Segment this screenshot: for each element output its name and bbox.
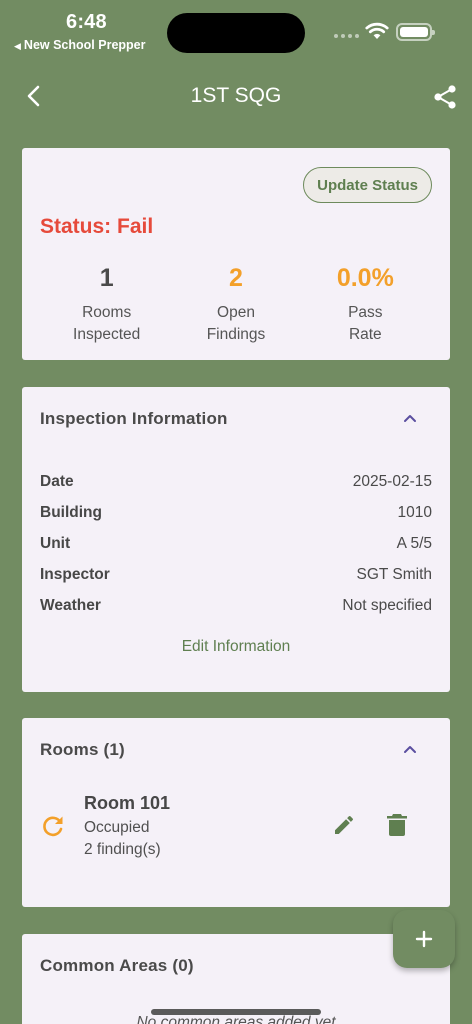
- update-status-button[interactable]: Update Status: [303, 167, 432, 203]
- room-name[interactable]: Room 101: [84, 793, 170, 814]
- status-bar: 6:48 ◀ New School Prepper: [0, 0, 472, 56]
- page-title: 1ST SQG: [190, 84, 282, 107]
- stat-rooms-inspected: 1 Rooms Inspected: [42, 264, 171, 346]
- rooms-heading: Rooms (1): [40, 740, 125, 759]
- info-row-inspector: Inspector SGT Smith: [40, 566, 432, 583]
- back-app-label: New School Prepper: [23, 38, 146, 52]
- chevron-up-icon[interactable]: [402, 743, 418, 755]
- back-triangle-icon: ◀: [14, 41, 21, 51]
- plus-icon: [415, 930, 433, 948]
- chevron-up-icon[interactable]: [402, 412, 418, 424]
- edit-information-button[interactable]: Edit Information: [22, 638, 450, 656]
- info-row-building: Building 1010: [40, 504, 432, 521]
- app-bar: 1ST SQG: [0, 66, 472, 126]
- status-time: 6:48: [66, 11, 107, 33]
- status-summary-card: Update Status Status: Fail 1 Rooms Inspec…: [22, 148, 450, 360]
- dynamic-island: [167, 13, 305, 53]
- add-button[interactable]: [393, 910, 455, 968]
- status-text: Status: Fail: [40, 215, 154, 238]
- stat-label: Rooms Inspected: [73, 304, 141, 343]
- screen: 6:48 ◀New School Prepper 1ST SQG Update: [0, 0, 472, 1024]
- common-areas-empty-text: No common areas added yet: [136, 1014, 336, 1024]
- wifi-icon: [365, 22, 389, 39]
- stat-pass-rate: 0.0% Pass Rate: [301, 264, 430, 346]
- info-row-date: Date 2025-02-15: [40, 473, 432, 490]
- home-indicator[interactable]: [151, 1009, 321, 1015]
- inspection-info-card: Inspection Information Date 2025-02-15 Bu…: [22, 387, 450, 692]
- inspection-info-heading: Inspection Information: [40, 409, 228, 428]
- info-rows: Date 2025-02-15 Building 1010 Unit A 5/5 In…: [40, 473, 432, 628]
- cellular-signal-icon: [334, 34, 359, 38]
- room-findings-count: 2 finding(s): [84, 841, 161, 858]
- trash-icon[interactable]: [386, 813, 408, 837]
- stat-label: Open Findings: [206, 304, 266, 343]
- info-row-unit: Unit A 5/5: [40, 535, 432, 552]
- rooms-card: Rooms (1) Room 101 Occupied 2 finding(s): [22, 718, 450, 907]
- refresh-icon: [43, 816, 63, 837]
- stat-label: Pass Rate: [348, 304, 383, 343]
- back-to-app-link[interactable]: ◀ New School Prepper: [14, 38, 145, 52]
- pencil-icon[interactable]: [332, 813, 356, 837]
- share-icon[interactable]: [432, 84, 458, 110]
- battery-icon: [396, 23, 435, 41]
- stat-open-findings: 2 Open Findings: [171, 264, 300, 346]
- stat-value: 2: [229, 264, 243, 292]
- room-occupancy: Occupied: [84, 819, 150, 836]
- stats-row: 1 Rooms Inspected 2 Open Findings 0.0% Pas…: [42, 264, 430, 346]
- common-areas-heading: Common Areas (0): [40, 956, 194, 975]
- info-row-weather: Weather Not specified: [40, 597, 432, 614]
- stat-value: 0.0%: [336, 264, 394, 292]
- stat-value: 1: [99, 264, 114, 292]
